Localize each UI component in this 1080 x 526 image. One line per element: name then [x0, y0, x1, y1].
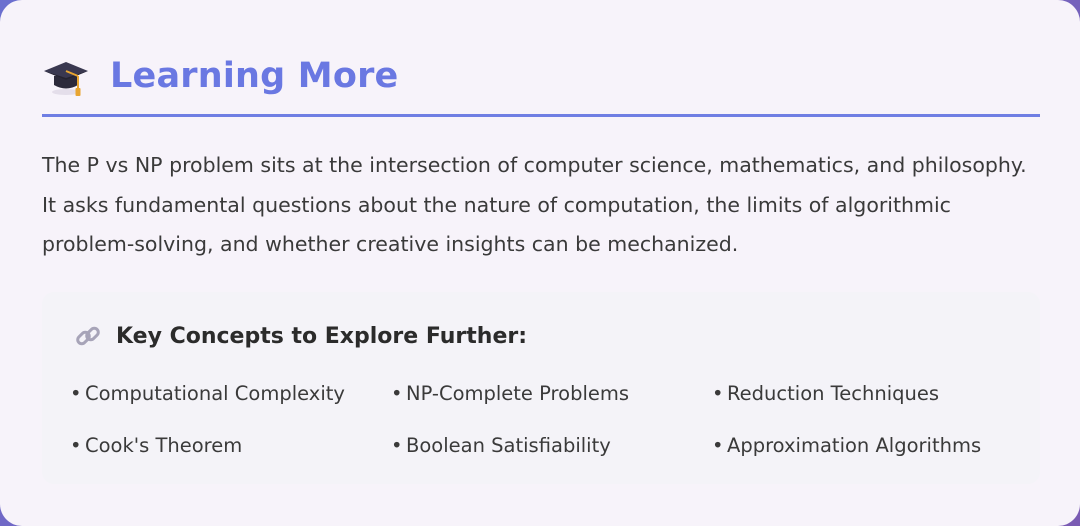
bullet: •: [391, 382, 403, 405]
link-icon: [76, 326, 100, 346]
bullet: •: [70, 434, 82, 457]
key-concepts-title: Key Concepts to Explore Further:: [116, 323, 528, 349]
concept-label: Computational Complexity: [85, 382, 345, 405]
section-title: Learning More: [110, 56, 399, 96]
list-item: • Approximation Algorithms: [712, 428, 1030, 464]
bullet: •: [70, 382, 82, 405]
learning-more-card: Learning More The P vs NP problem sits a…: [0, 0, 1080, 526]
list-item: • Cook's Theorem: [70, 428, 391, 464]
concept-label: Boolean Satisfiability: [406, 434, 611, 457]
key-concepts-box: Key Concepts to Explore Further: • Comput…: [42, 292, 1040, 484]
bullet: •: [712, 434, 724, 457]
list-item: • Reduction Techniques: [712, 376, 1030, 412]
concept-label: Cook's Theorem: [85, 434, 243, 457]
graduation-cap-icon: [44, 62, 88, 96]
intro-paragraph: The P vs NP problem sits at the intersec…: [42, 153, 1027, 256]
list-item: • Computational Complexity: [70, 376, 391, 412]
concept-label: Reduction Techniques: [727, 382, 940, 405]
key-concepts-heading: Key Concepts to Explore Further:: [74, 322, 527, 350]
list-item: • Boolean Satisfiability: [391, 428, 712, 464]
concept-label: Approximation Algorithms: [727, 434, 982, 457]
list-item: • NP-Complete Problems: [391, 376, 712, 412]
bullet: •: [712, 382, 724, 405]
concept-list: • Computational Complexity • NP-Complete P…: [70, 376, 1030, 464]
section-header: Learning More: [42, 50, 1040, 117]
bullet: •: [391, 434, 403, 457]
concept-label: NP-Complete Problems: [406, 382, 630, 405]
